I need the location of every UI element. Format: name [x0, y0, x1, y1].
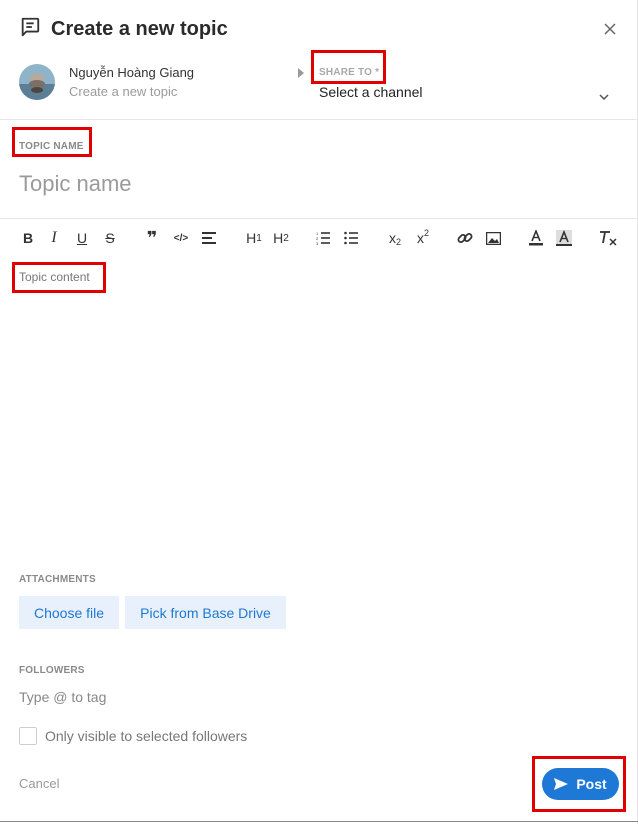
dialog-title: Create a new topic: [51, 17, 228, 40]
heading-1-icon[interactable]: H1: [243, 228, 265, 248]
quote-icon[interactable]: ❞: [143, 228, 161, 248]
channel-select[interactable]: Select a channel: [319, 84, 609, 102]
link-icon[interactable]: [456, 228, 474, 248]
cancel-button[interactable]: Cancel: [19, 776, 59, 791]
highlight-topic-name: [12, 127, 92, 157]
only-visible-label: Only visible to selected followers: [45, 728, 248, 744]
followers-label: FOLLOWERS: [19, 665, 85, 676]
chat-topic-icon: [19, 16, 41, 43]
topic-name-input[interactable]: [19, 168, 619, 200]
clear-format-icon[interactable]: [598, 228, 618, 248]
ordered-list-icon[interactable]: 123: [314, 228, 332, 248]
strikethrough-icon[interactable]: S: [101, 228, 119, 248]
highlight-post: [532, 756, 626, 812]
svg-text:3: 3: [316, 241, 319, 245]
subscript-icon[interactable]: x2: [385, 228, 405, 248]
divider: [0, 821, 638, 822]
code-icon[interactable]: </>: [171, 228, 191, 248]
avatar: [19, 64, 55, 100]
italic-icon[interactable]: I: [45, 228, 63, 248]
image-icon[interactable]: [484, 228, 502, 248]
only-visible-checkbox[interactable]: [19, 727, 37, 745]
chevron-down-icon: [599, 87, 609, 103]
arrow-right-icon: [298, 68, 304, 78]
align-icon[interactable]: [200, 228, 218, 248]
attachments-label: ATTACHMENTS: [19, 574, 96, 585]
close-icon[interactable]: [601, 20, 619, 38]
underline-icon[interactable]: U: [73, 228, 91, 248]
create-topic-dialog: Create a new topic Nguyễn Hoàng Giang Cr…: [0, 0, 638, 824]
divider: [0, 119, 638, 120]
superscript-icon[interactable]: x2: [413, 228, 433, 248]
highlight-icon[interactable]: [555, 228, 573, 248]
divider: [0, 218, 638, 219]
highlight-share-to: [311, 50, 386, 84]
bold-icon[interactable]: B: [19, 228, 37, 248]
bullet-list-icon[interactable]: [342, 228, 360, 248]
followers-input[interactable]: [19, 688, 419, 706]
text-color-icon[interactable]: [527, 228, 545, 248]
pick-from-drive-button[interactable]: Pick from Base Drive: [125, 596, 286, 629]
topic-content-editor[interactable]: Topic content: [19, 270, 619, 540]
heading-2-icon[interactable]: H2: [270, 228, 292, 248]
dialog-header: Create a new topic: [19, 15, 228, 43]
user-subtitle: Create a new topic: [69, 84, 178, 99]
choose-file-button[interactable]: Choose file: [19, 596, 119, 629]
user-name: Nguyễn Hoàng Giang: [69, 65, 195, 80]
highlight-topic-content: [12, 262, 106, 293]
channel-select-value: Select a channel: [319, 84, 423, 100]
